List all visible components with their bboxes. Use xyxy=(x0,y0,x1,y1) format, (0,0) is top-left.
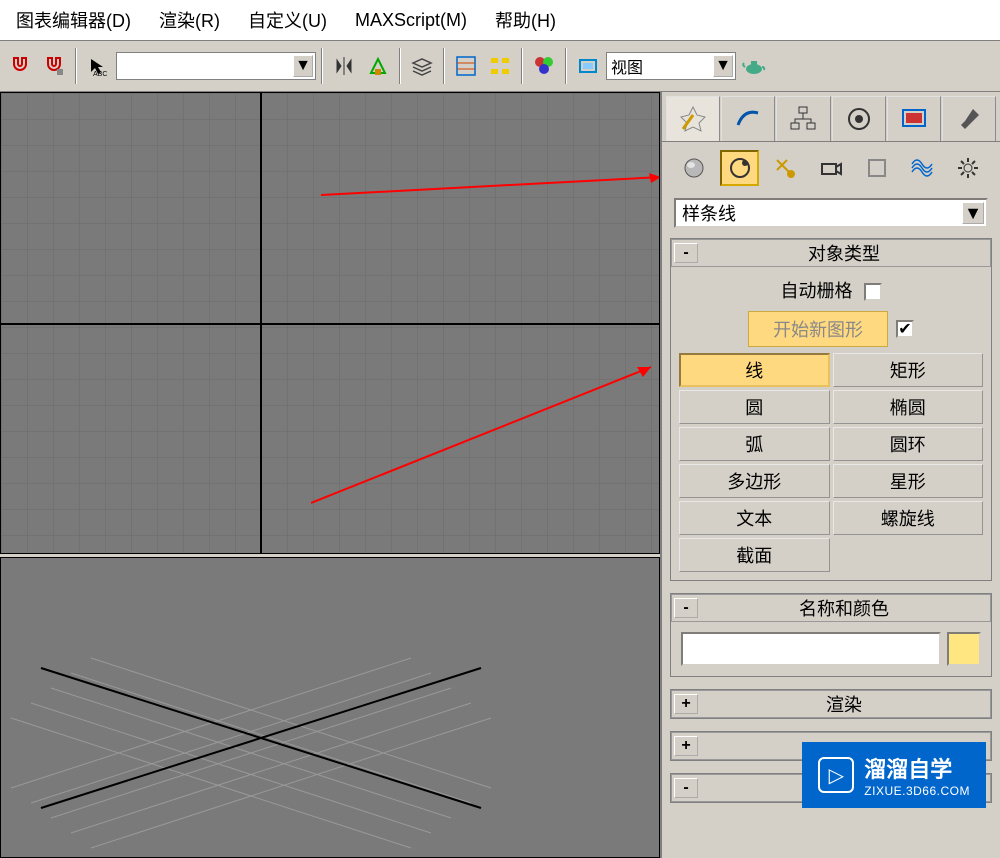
menu-maxscript[interactable]: MAXScript(M) xyxy=(341,2,481,39)
display-tab[interactable] xyxy=(887,96,941,141)
selection-filter-dropdown[interactable]: ▼ xyxy=(116,52,316,80)
main-toolbar: ABC ▼ 视图 ▼ xyxy=(0,40,1000,92)
name-color-row xyxy=(677,628,985,670)
watermark-cn: 溜溜自学 xyxy=(864,752,970,784)
material-editor-icon[interactable] xyxy=(528,50,560,82)
create-tab[interactable] xyxy=(666,96,720,141)
object-name-input[interactable] xyxy=(681,632,941,666)
perspective-grid xyxy=(1,558,659,857)
command-panel-tabs xyxy=(662,92,1000,142)
svg-text:ABC: ABC xyxy=(93,71,107,76)
rollout-toggle-minus[interactable]: - xyxy=(674,778,698,798)
render-rollout: + 渲染 xyxy=(670,689,992,719)
newshape-checkbox[interactable]: ✔ xyxy=(896,320,914,338)
rollout-title: 对象类型 xyxy=(698,240,990,266)
schematic-view-icon[interactable] xyxy=(484,50,516,82)
link-icon[interactable] xyxy=(38,50,70,82)
ellipse-button[interactable]: 椭圆 xyxy=(833,390,984,424)
rollout-toggle-minus[interactable]: - xyxy=(674,243,698,263)
create-subtabs xyxy=(662,142,1000,194)
start-new-shape-button[interactable]: 开始新图形 xyxy=(748,311,888,347)
arc-button[interactable]: 弧 xyxy=(679,427,830,461)
select-arrow-icon[interactable]: ABC xyxy=(82,50,114,82)
category-dropdown[interactable]: 样条线 ▼ xyxy=(674,198,988,228)
shape-button-grid: 线 矩形 圆 椭圆 弧 圆环 多边形 星形 文本 螺旋线 截面 xyxy=(677,351,985,574)
rollout-toggle-plus[interactable]: + xyxy=(674,736,698,756)
rollout-body xyxy=(671,622,991,676)
dropdown-arrow-icon[interactable]: ▼ xyxy=(713,55,733,77)
mirror-icon[interactable] xyxy=(328,50,360,82)
section-button[interactable]: 截面 xyxy=(679,538,830,572)
systems-subtab-icon[interactable] xyxy=(948,150,988,186)
menu-help[interactable]: 帮助(H) xyxy=(481,0,570,41)
line-button[interactable]: 线 xyxy=(679,353,830,387)
viewports xyxy=(0,92,660,858)
rollout-toggle-minus[interactable]: - xyxy=(674,598,698,618)
lights-subtab-icon[interactable] xyxy=(765,150,805,186)
annotation-arrow-1 xyxy=(321,173,660,213)
rollout-header[interactable]: - 名称和颜色 xyxy=(671,594,991,622)
menu-customize[interactable]: 自定义(U) xyxy=(234,0,341,41)
rectangle-button[interactable]: 矩形 xyxy=(833,353,984,387)
rollout-toggle-plus[interactable]: + xyxy=(674,694,698,714)
rollout-body: 自动栅格 开始新图形 ✔ 线 矩形 圆 椭圆 弧 圆环 多边形 星形 文本 xyxy=(671,267,991,580)
rollout-title: 渲染 xyxy=(698,691,990,717)
ngon-button[interactable]: 多边形 xyxy=(679,464,830,498)
helpers-subtab-icon[interactable] xyxy=(857,150,897,186)
autogrid-row: 自动栅格 xyxy=(677,273,985,307)
render-setup-icon[interactable] xyxy=(572,50,604,82)
viewport-grid xyxy=(1,93,659,553)
watermark: ▷ 溜溜自学 ZIXUE.3D66.COM xyxy=(802,742,986,808)
helix-button[interactable]: 螺旋线 xyxy=(833,501,984,535)
rollout-header[interactable]: + 渲染 xyxy=(671,690,991,718)
geometry-subtab-icon[interactable] xyxy=(674,150,714,186)
autogrid-checkbox[interactable] xyxy=(864,283,882,301)
viewport-dropdown[interactable]: 视图 ▼ xyxy=(606,52,736,80)
viewport-dropdown-value: 视图 xyxy=(611,54,643,78)
category-value: 样条线 xyxy=(682,200,736,226)
menu-graph-editors[interactable]: 图表编辑器(D) xyxy=(2,0,145,41)
donut-button[interactable]: 圆环 xyxy=(833,427,984,461)
curve-editor-icon[interactable] xyxy=(450,50,482,82)
magnet-icon[interactable] xyxy=(4,50,36,82)
star-button[interactable]: 星形 xyxy=(833,464,984,498)
annotation-arrow-2 xyxy=(311,363,660,513)
teapot-render-icon[interactable] xyxy=(738,50,770,82)
circle-button[interactable]: 圆 xyxy=(679,390,830,424)
watermark-text: 溜溜自学 ZIXUE.3D66.COM xyxy=(864,752,970,798)
dropdown-arrow-icon[interactable]: ▼ xyxy=(293,55,313,77)
modify-tab[interactable] xyxy=(721,96,775,141)
autogrid-label: 自动栅格 xyxy=(780,281,852,301)
object-type-rollout: - 对象类型 自动栅格 开始新图形 ✔ 线 矩形 圆 椭圆 弧 xyxy=(670,238,992,581)
viewport-top[interactable] xyxy=(0,92,660,554)
name-color-rollout: - 名称和颜色 xyxy=(670,593,992,677)
cameras-subtab-icon[interactable] xyxy=(811,150,851,186)
hierarchy-tab[interactable] xyxy=(776,96,830,141)
text-button[interactable]: 文本 xyxy=(679,501,830,535)
menu-render[interactable]: 渲染(R) xyxy=(145,0,234,41)
dropdown-arrow-icon[interactable]: ▼ xyxy=(962,202,984,224)
menu-bar: 图表编辑器(D) 渲染(R) 自定义(U) MAXScript(M) 帮助(H) xyxy=(0,0,1000,40)
layers-icon[interactable] xyxy=(406,50,438,82)
watermark-url: ZIXUE.3D66.COM xyxy=(864,784,970,798)
rollout-header[interactable]: - 对象类型 xyxy=(671,239,991,267)
align-icon[interactable] xyxy=(362,50,394,82)
rollout-title: 名称和颜色 xyxy=(698,595,990,621)
newshape-row: 开始新图形 ✔ xyxy=(677,307,985,351)
spacewarps-subtab-icon[interactable] xyxy=(903,150,943,186)
watermark-logo-icon: ▷ xyxy=(818,757,854,793)
shapes-subtab-icon[interactable] xyxy=(720,150,760,186)
utilities-tab[interactable] xyxy=(942,96,996,141)
motion-tab[interactable] xyxy=(832,96,886,141)
object-color-swatch[interactable] xyxy=(947,632,981,666)
viewport-perspective[interactable] xyxy=(0,557,660,858)
